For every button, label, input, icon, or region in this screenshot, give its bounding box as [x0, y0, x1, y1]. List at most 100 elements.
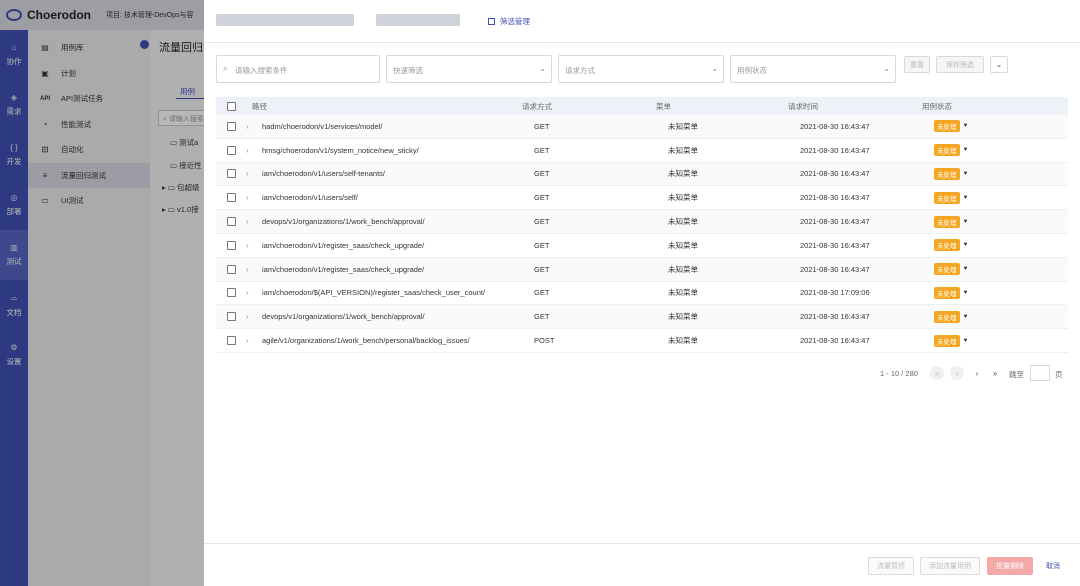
reset-button[interactable]: 重置	[904, 56, 930, 73]
status-badge: 未处理	[934, 120, 960, 133]
expand-row-icon[interactable]: ›	[246, 241, 258, 250]
method-cell: GET	[534, 240, 550, 250]
last-page-icon[interactable]: »	[988, 366, 1002, 380]
expand-row-icon[interactable]: ›	[246, 312, 258, 321]
table-header: 路径 请求方式 菜单 请求时间 用例状态	[216, 97, 1068, 115]
menu-cell: 未知菜单	[668, 312, 698, 322]
column-header-menu[interactable]: 菜单	[656, 101, 788, 112]
caret-down-icon: ▼	[962, 313, 969, 320]
filter-management-link[interactable]: 筛选管理	[488, 16, 530, 27]
caret-down-icon: ▼	[962, 289, 969, 296]
status-cell[interactable]: 未处理 ▼	[934, 263, 1068, 276]
menu-cell: 未知菜单	[668, 288, 698, 298]
chevron-down-icon: ⌄	[995, 60, 1003, 69]
row-checkbox[interactable]	[226, 193, 236, 203]
column-header-path[interactable]: 路径	[246, 101, 522, 112]
status-cell[interactable]: 未处理 ▼	[934, 334, 1068, 347]
redacted-subtitle	[376, 14, 460, 26]
path-cell: iam/choerodon/v1/users/self/	[262, 193, 358, 203]
row-checkbox[interactable]	[226, 312, 236, 322]
table-row[interactable]: › devops/v1/organizations/1/work_bench/ap…	[216, 210, 1068, 234]
expand-row-icon[interactable]: ›	[246, 122, 258, 131]
row-select-cell	[216, 288, 246, 298]
status-badge: 未处理	[934, 167, 960, 180]
method-cell: GET	[534, 193, 550, 203]
method-cell: GET	[534, 264, 550, 274]
jump-page-input[interactable]	[1030, 365, 1050, 381]
caret-down-icon: ▼	[962, 147, 969, 154]
column-header-status[interactable]: 用例状态	[922, 101, 1056, 112]
row-checkbox[interactable]	[226, 169, 236, 179]
path-cell: iam/choerodon/v1/users/self-tenants/	[262, 169, 385, 179]
status-cell[interactable]: 未处理 ▼	[934, 167, 1068, 180]
row-checkbox[interactable]	[226, 240, 236, 250]
select-all-checkbox[interactable]	[226, 101, 236, 111]
path-cell: iam/choerodon/v1/register_saas/check_upg…	[262, 264, 425, 274]
modal-backdrop[interactable]	[0, 0, 204, 586]
search-input[interactable]: ⌕ 请输入搜索条件	[216, 55, 380, 83]
row-checkbox[interactable]	[226, 288, 236, 298]
row-checkbox[interactable]	[226, 145, 236, 155]
method-cell: GET	[534, 312, 550, 322]
add-traffic-case-button[interactable]: 添加流量用例	[920, 557, 980, 575]
expand-row-icon[interactable]: ›	[246, 193, 258, 202]
column-header-time[interactable]: 请求时间	[788, 101, 922, 112]
status-cell[interactable]: 未处理 ▼	[934, 215, 1068, 228]
time-cell: 2021-08-30 16:43:47	[800, 264, 870, 274]
status-cell[interactable]: 未处理 ▼	[934, 310, 1068, 323]
row-select-cell	[216, 264, 246, 274]
row-checkbox[interactable]	[226, 121, 236, 131]
time-cell: 2021-08-30 16:43:47	[800, 336, 870, 346]
case-status-select[interactable]: 用例状态 ⌄	[730, 55, 896, 83]
traffic-case-table: 路径 请求方式 菜单 请求时间 用例状态 › hadm/choerodon/v1/…	[216, 97, 1068, 353]
status-cell[interactable]: 未处理 ▼	[934, 239, 1068, 252]
method-cell: POST	[534, 336, 555, 346]
status-badge: 未处理	[934, 334, 960, 347]
cancel-button[interactable]: 取消	[1038, 557, 1068, 575]
row-checkbox[interactable]	[226, 336, 236, 346]
path-cell: iam/choerodon/v1/register_saas/check_upg…	[262, 240, 425, 250]
table-row[interactable]: › iam/choerodon/v1/users/self/GET 未知菜单 2021…	[216, 186, 1068, 211]
status-badge: 未处理	[934, 215, 960, 228]
row-checkbox[interactable]	[226, 217, 236, 227]
save-filter-button[interactable]: 保存筛选	[936, 56, 984, 73]
quick-filter-select[interactable]: 快速筛选 ⌄	[386, 55, 552, 83]
status-cell[interactable]: 未处理 ▼	[934, 144, 1068, 157]
table-row[interactable]: › iam/choerodon/$(API_VERSION)/register_s…	[216, 282, 1068, 306]
table-row[interactable]: › hadm/choerodon/v1/services/model/GET 未知菜…	[216, 115, 1068, 139]
pause-traffic-button[interactable]: 流量暂停	[868, 557, 914, 575]
status-cell[interactable]: 未处理 ▼	[934, 120, 1068, 133]
status-badge: 未处理	[934, 144, 960, 157]
expand-row-icon[interactable]: ›	[246, 336, 258, 345]
method-cell: GET	[534, 145, 550, 155]
expand-row-icon[interactable]: ›	[246, 169, 258, 178]
expand-row-icon[interactable]: ›	[246, 265, 258, 274]
row-select-cell	[216, 145, 246, 155]
expand-row-icon[interactable]: ›	[246, 217, 258, 226]
row-checkbox[interactable]	[226, 264, 236, 274]
row-select-cell	[216, 169, 246, 179]
row-select-cell	[216, 240, 246, 250]
expand-row-icon[interactable]: ›	[246, 288, 258, 297]
status-cell[interactable]: 未处理 ▼	[934, 286, 1068, 299]
next-page-icon[interactable]: ›	[970, 366, 984, 380]
table-row[interactable]: › iam/choerodon/v1/register_saas/check_up…	[216, 257, 1068, 282]
expand-row-icon[interactable]: ›	[246, 146, 258, 155]
column-header-method[interactable]: 请求方式	[522, 101, 656, 112]
select-placeholder: 快速筛选	[393, 66, 423, 75]
expand-filters-button[interactable]: ⌄	[990, 56, 1008, 73]
prev-page-icon[interactable]: ‹	[950, 366, 964, 380]
first-page-icon[interactable]: «	[930, 366, 944, 380]
table-row[interactable]: › devops/v1/organizations/1/work_bench/ap…	[216, 305, 1068, 330]
path-cell: agile/v1/organizations/1/work_bench/pers…	[262, 336, 470, 346]
method-cell: GET	[534, 121, 550, 131]
row-select-cell	[216, 336, 246, 346]
table-row[interactable]: › iam/choerodon/v1/register_saas/check_up…	[216, 234, 1068, 258]
table-row[interactable]: › iam/choerodon/v1/users/self-tenants/GET…	[216, 162, 1068, 187]
request-method-select[interactable]: 请求方式 ⌄	[558, 55, 724, 83]
table-row[interactable]: › agile/v1/organizations/1/work_bench/per…	[216, 329, 1068, 353]
status-badge: 未处理	[934, 286, 960, 299]
batch-delete-button[interactable]: 批量删除	[987, 557, 1033, 575]
table-row[interactable]: › hmsg/choerodon/v1/system_notice/new_sti…	[216, 139, 1068, 163]
status-cell[interactable]: 未处理 ▼	[934, 191, 1068, 204]
